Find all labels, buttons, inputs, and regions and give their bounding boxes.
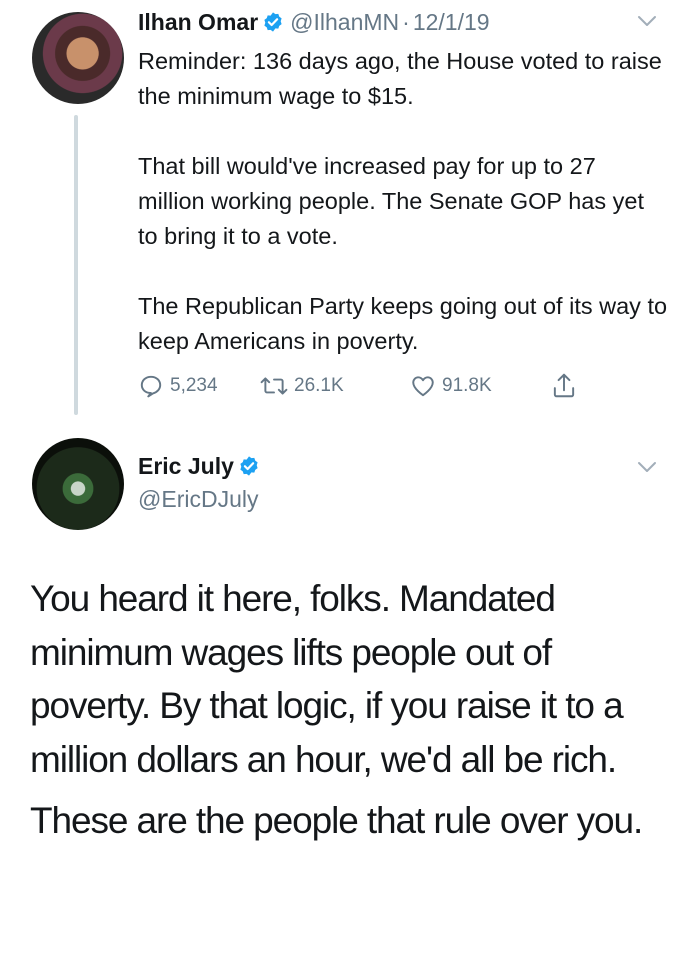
dot-separator: · <box>402 9 410 35</box>
share-button[interactable] <box>551 368 583 404</box>
retweet-icon <box>260 377 288 395</box>
tweet-text: Reminder: 136 days ago, the House voted … <box>138 44 668 359</box>
verified-badge-icon <box>262 11 284 39</box>
like-count: 91.8K <box>442 375 492 396</box>
avatar-ilhan-omar[interactable] <box>32 12 124 104</box>
reply-count: 5,234 <box>170 375 218 396</box>
author-handle[interactable]: @IlhanMN <box>290 9 399 35</box>
tweet-actions: 5,234 26.1K 91.8K <box>138 368 638 404</box>
chevron-down-icon[interactable] <box>636 460 658 474</box>
tweet-paragraph: You heard it here, folks. Mandated minim… <box>30 578 624 780</box>
like-button[interactable]: 91.8K <box>410 368 492 404</box>
author-name[interactable]: Ilhan Omar <box>138 9 258 35</box>
author-handle[interactable]: @EricDJuly <box>138 485 258 513</box>
tweet-header: Ilhan Omar @IlhanMN · 12/1/19 <box>138 8 490 39</box>
avatar-eric-july[interactable] <box>32 438 124 530</box>
tweet-paragraph: These are the people that rule over you. <box>30 800 643 841</box>
reply-icon <box>140 375 162 398</box>
thread-connector-line <box>74 115 78 415</box>
author-name[interactable]: Eric July <box>138 453 234 479</box>
share-icon <box>553 373 575 398</box>
chevron-down-icon[interactable] <box>636 14 658 28</box>
retweet-button[interactable]: 26.1K <box>260 368 344 404</box>
tweet-date[interactable]: 12/1/19 <box>413 9 490 35</box>
tweet-ilhan-omar[interactable]: Ilhan Omar @IlhanMN · 12/1/19 Reminder: 136… <box>0 0 685 425</box>
retweet-count: 26.1K <box>294 375 344 396</box>
tweet-paragraph: Reminder: 136 days ago, the House voted … <box>138 48 662 109</box>
tweet-paragraph: The Republican Party keeps going out of … <box>138 293 668 354</box>
tweet-header: Eric July <box>138 452 260 483</box>
heart-icon <box>412 376 434 397</box>
verified-badge-icon <box>238 455 260 483</box>
tweet-text: You heard it here, folks. Mandated minim… <box>30 572 670 848</box>
reply-button[interactable]: 5,234 <box>138 368 218 404</box>
tweet-paragraph: That bill would've increased pay for up … <box>138 153 644 249</box>
